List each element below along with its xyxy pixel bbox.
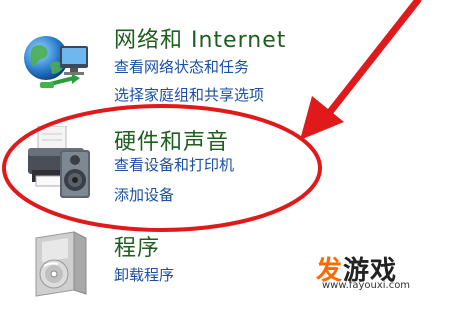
- link-add-device[interactable]: 添加设备: [114, 184, 174, 205]
- watermark-url: www.fayouxi.com: [322, 280, 411, 291]
- link-homegroup-sharing[interactable]: 选择家庭组和共享选项: [114, 84, 264, 105]
- programs-box-icon[interactable]: [28, 228, 100, 300]
- category-title-programs[interactable]: 程序: [114, 230, 160, 262]
- link-devices-printers[interactable]: 查看设备和打印机: [114, 154, 234, 175]
- category-title-network[interactable]: 网络和 Internet: [114, 22, 286, 54]
- category-hardware-sound: 硬件和声音 查看设备和打印机 添加设备: [0, 118, 450, 218]
- network-globe-icon[interactable]: [20, 28, 92, 100]
- link-uninstall-program[interactable]: 卸载程序: [114, 264, 174, 285]
- category-title-hardware-sound[interactable]: 硬件和声音: [114, 124, 229, 156]
- printer-speaker-icon[interactable]: [22, 125, 94, 198]
- category-network: 网络和 Internet 查看网络状态和任务 选择家庭组和共享选项: [0, 0, 450, 104]
- link-view-network-status[interactable]: 查看网络状态和任务: [114, 56, 249, 77]
